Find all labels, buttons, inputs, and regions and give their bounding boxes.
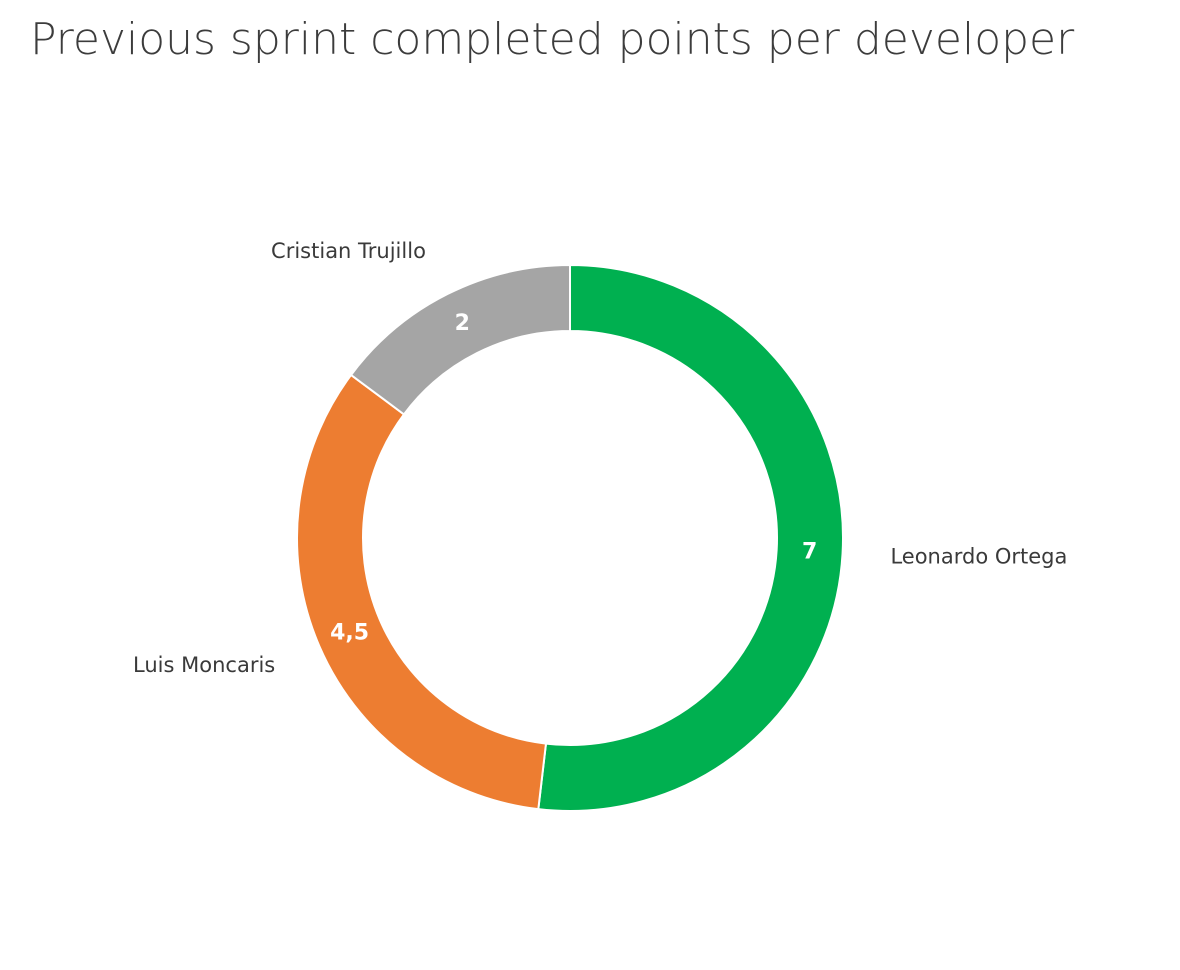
- value-label-luis-moncaris: 4,5: [330, 621, 369, 646]
- donut-segment-luis-moncaris: [296, 373, 548, 811]
- category-label-cristian-trujillo: Cristian Trujillo: [271, 239, 426, 263]
- donut-segment-cristian-trujillo: [349, 263, 571, 416]
- donut-segment-leonardo-ortega: [537, 263, 844, 812]
- donut-segments: [296, 263, 844, 812]
- category-label-luis-moncaris: Luis Moncaris: [133, 653, 275, 677]
- value-label-leonardo-ortega: 7: [802, 539, 817, 564]
- donut-chart: 7 4,5 2 Leonardo Ortega Luis Moncaris Cristi…: [133, 239, 1067, 812]
- value-label-cristian-trujillo: 2: [455, 311, 470, 336]
- category-label-leonardo-ortega: Leonardo Ortega: [890, 545, 1067, 569]
